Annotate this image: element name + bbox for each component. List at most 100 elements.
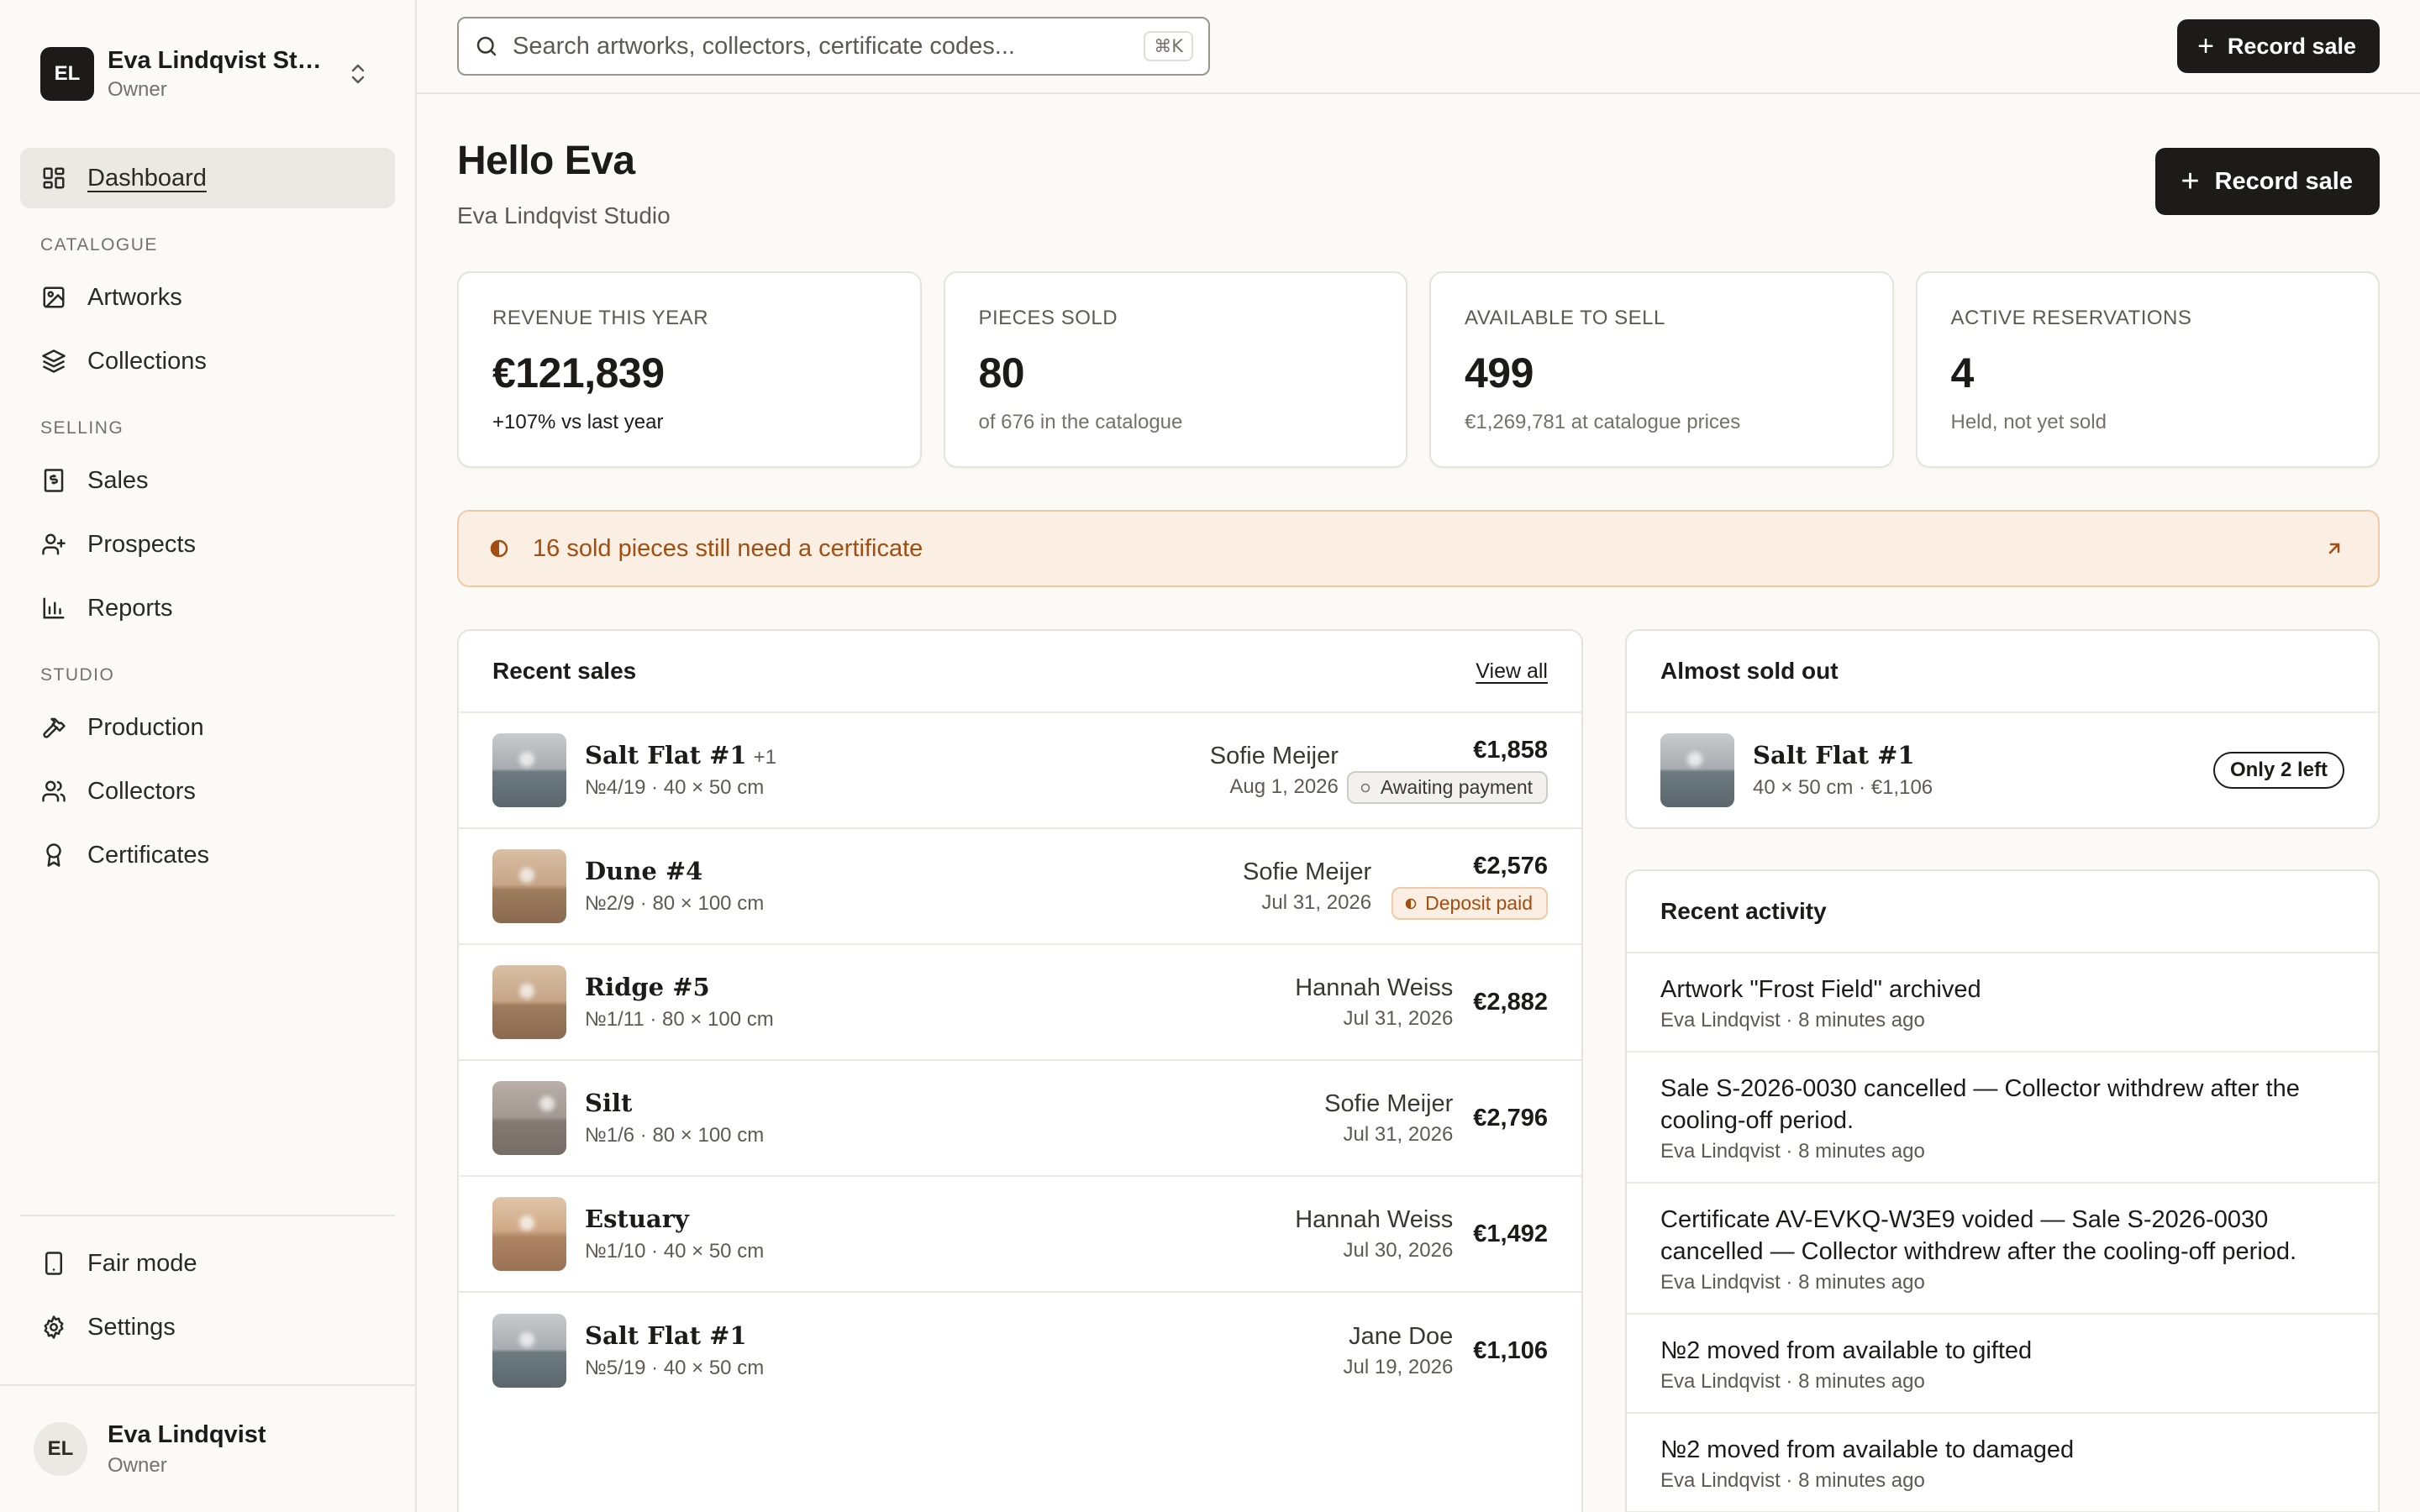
bar-chart-icon [40, 595, 67, 622]
sidebar-item-label: Prospects [87, 530, 196, 558]
hammer-icon [40, 714, 67, 741]
sale-title: Salt Flat #1 +1 [585, 741, 1210, 769]
sale-date: Jul 19, 2026 [1343, 1355, 1454, 1378]
status-badge-label: Awaiting payment [1380, 776, 1533, 798]
award-icon [40, 842, 67, 869]
user-menu[interactable]: EL Eva Lindqvist Owner [0, 1384, 415, 1512]
activity-text: Certificate AV-EVKQ-W3E9 voided — Sale S… [1660, 1206, 2297, 1265]
record-sale-top-label: Record sale [2227, 33, 2356, 59]
price-column: €1,858 Awaiting payment [1346, 737, 1548, 804]
layers-icon [40, 348, 67, 375]
page-header-text: Hello Eva Eva Lindqvist Studio [457, 138, 671, 229]
almost-sold-out-panel: Almost sold out Salt Flat #1 40 × 50 cm … [1625, 629, 2380, 829]
table-row[interactable]: Estuary №1/10 · 40 × 50 cm Hannah Weiss … [459, 1177, 1581, 1293]
activity-meta: Eva Lindqvist · 8 minutes ago [1660, 1009, 1925, 1032]
sidebar-item-settings[interactable]: Settings [20, 1297, 395, 1357]
recent-sales-panel: Recent sales View all Salt Flat #1 +1 №4/… [457, 629, 1583, 1512]
sidebar-item-sales[interactable]: Sales [20, 450, 395, 511]
search-bar[interactable]: ⌘K [457, 17, 1210, 76]
recent-sales-header: Recent sales View all [459, 631, 1581, 713]
sidebar-item-label: Fair mode [87, 1249, 197, 1277]
sidebar-item-artworks[interactable]: Artworks [20, 267, 395, 328]
tablet-icon [40, 1250, 67, 1277]
record-sale-top-button[interactable]: + Record sale [2177, 19, 2380, 73]
sale-title-text: Salt Flat #1 [585, 741, 747, 769]
arrow-up-right-icon [2324, 537, 2348, 560]
gear-icon [40, 1314, 67, 1341]
sale-info: Dune #4 №2/9 · 80 × 100 cm [585, 857, 1243, 916]
sidebar-item-certificates[interactable]: Certificates [20, 825, 395, 885]
sidebar-item-production[interactable]: Production [20, 697, 395, 758]
certificate-alert[interactable]: 16 sold pieces still need a certificate [457, 510, 2380, 587]
table-row[interactable]: Dune #4 №2/9 · 80 × 100 cm Sofie Meijer … [459, 829, 1581, 945]
receipt-icon [40, 467, 67, 494]
search-input[interactable] [513, 32, 1144, 60]
sidebar: EL Eva Lindqvist Stu... Owner Dashboard … [0, 0, 417, 1512]
stat-label: REVENUE THIS YEAR [492, 307, 709, 329]
buyer-name: Jane Doe [1349, 1322, 1454, 1350]
activity-item: Certificate AV-EVKQ-W3E9 voided — Sale S… [1627, 1184, 2378, 1315]
avatar: EL [34, 1422, 87, 1476]
sale-meta: №1/10 · 40 × 50 cm [585, 1240, 765, 1263]
sidebar-nav: Dashboard [0, 148, 415, 212]
sale-extra-count: +1 [753, 746, 776, 769]
alert-text: 16 sold pieces still need a certificate [533, 534, 923, 562]
dashboard-columns: Recent sales View all Salt Flat #1 +1 №4/… [457, 629, 2380, 1512]
sidebar-item-label: Dashboard [87, 164, 207, 192]
workspace-switcher[interactable]: EL Eva Lindqvist Stu... Owner [0, 0, 415, 148]
workspace-avatar: EL [40, 47, 94, 101]
sidebar-item-collectors[interactable]: Collectors [20, 761, 395, 822]
page-title: Hello Eva [457, 139, 635, 183]
sidebar-item-prospects[interactable]: Prospects [20, 514, 395, 575]
activity-meta: Eva Lindqvist · 8 minutes ago [1660, 1469, 1925, 1492]
stat-note: of 676 in the catalogue [978, 411, 1183, 433]
sidebar-item-reports[interactable]: Reports [20, 578, 395, 638]
view-all-link[interactable]: View all [1476, 659, 1548, 684]
stat-value: 4 [1950, 349, 1975, 396]
page-subtitle: Eva Lindqvist Studio [457, 202, 671, 228]
stat-value: 80 [978, 349, 1025, 396]
half-circle-icon [489, 537, 513, 560]
table-row[interactable]: Ridge #5 №1/11 · 80 × 100 cm Hannah Weis… [459, 945, 1581, 1061]
table-row[interactable]: Salt Flat #1 №5/19 · 40 × 50 cm Jane Doe… [459, 1293, 1581, 1409]
sale-info: Ridge #5 №1/11 · 80 × 100 cm [585, 973, 1295, 1032]
sidebar-item-collections[interactable]: Collections [20, 331, 395, 391]
sale-date: Jul 31, 2026 [1343, 1006, 1454, 1030]
topbar: ⌘K + Record sale [417, 0, 2420, 94]
user-plus-icon [40, 531, 67, 558]
sale-price: €1,492 [1473, 1220, 1548, 1247]
dashboard-icon [40, 165, 67, 192]
sale-price: €2,576 [1473, 853, 1548, 879]
activity-text: Sale S-2026-0030 cancelled — Collector w… [1660, 1075, 2300, 1134]
stat-card-pieces-sold: PIECES SOLD 80 of 676 in the catalogue [943, 271, 1407, 468]
stat-value: €121,839 [492, 349, 665, 396]
table-row[interactable]: Silt №1/6 · 80 × 100 cm Sofie Meijer Jul… [459, 1061, 1581, 1177]
sale-price: €2,882 [1473, 988, 1548, 1016]
activity-item: Artwork "Frost Field" archived Eva Lindq… [1627, 953, 2378, 1053]
buyer-name: Sofie Meijer [1243, 858, 1372, 885]
panel-title: Almost sold out [1660, 658, 1839, 684]
sale-price: €1,858 [1473, 737, 1548, 764]
list-item[interactable]: Salt Flat #1 40 × 50 cm · €1,106 Only 2 … [1627, 713, 2378, 827]
sale-info: Salt Flat #1 №5/19 · 40 × 50 cm [585, 1321, 1344, 1380]
sale-title: Dune #4 [585, 857, 703, 885]
sale-title: Salt Flat #1 [585, 1321, 747, 1350]
sidebar-item-dashboard[interactable]: Dashboard [20, 148, 395, 208]
sidebar-item-fair-mode[interactable]: Fair mode [20, 1233, 395, 1294]
chevron-up-down-icon[interactable] [341, 57, 375, 91]
activity-meta: Eva Lindqvist · 8 minutes ago [1660, 1370, 1925, 1393]
workspace-name: Eva Lindqvist Stu... [108, 46, 328, 74]
search-icon [474, 33, 501, 60]
table-row[interactable]: Salt Flat #1 +1 №4/19 · 40 × 50 cm Sofie … [459, 713, 1581, 829]
sidebar-item-label: Settings [87, 1313, 176, 1341]
artwork-meta: 40 × 50 cm · €1,106 [1753, 776, 1933, 799]
artwork-title: Salt Flat #1 [1753, 741, 1915, 769]
buyer-name: Sofie Meijer [1324, 1089, 1454, 1117]
sale-title: Silt [585, 1089, 633, 1117]
nav-section-selling: SELLING [40, 418, 124, 438]
activity-item: Sale S-2026-0030 cancelled — Collector w… [1627, 1053, 2378, 1184]
record-sale-button[interactable]: + Record sale [2155, 148, 2380, 215]
stat-label: AVAILABLE TO SELL [1465, 307, 1665, 329]
activity-text: №2 moved from available to gifted [1660, 1337, 2033, 1364]
sale-meta: №4/19 · 40 × 50 cm [585, 776, 765, 799]
